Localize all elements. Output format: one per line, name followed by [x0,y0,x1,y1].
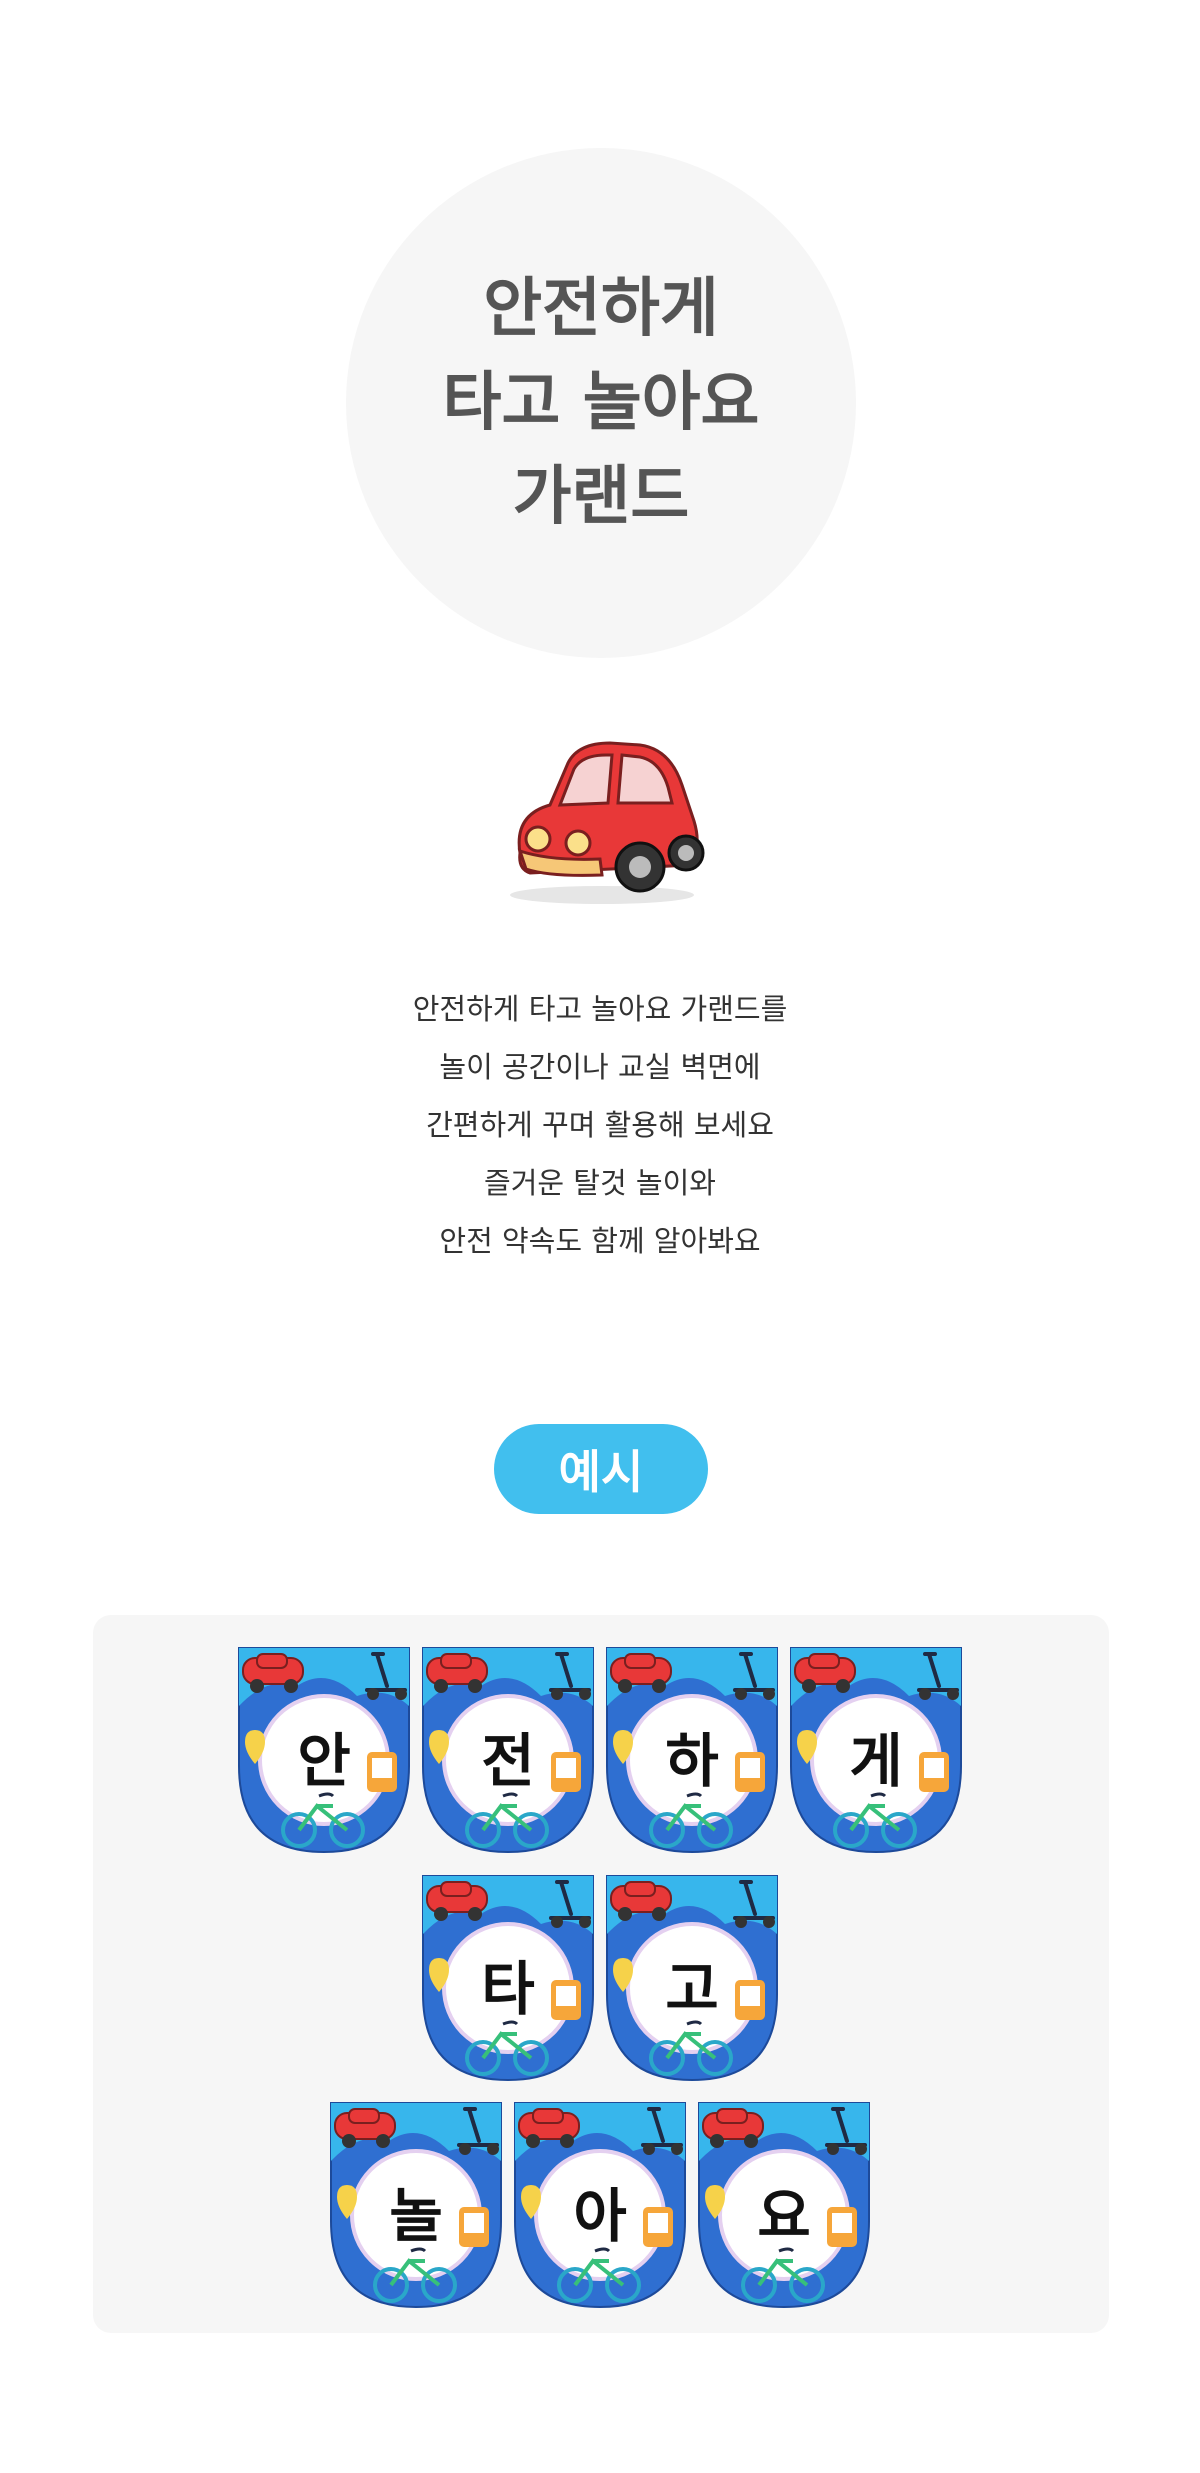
garland-letter: 하 [665,1727,719,1795]
garland-flag: 놀 [329,2101,503,2309]
garland-flag: 고 [605,1874,779,2082]
example-label: 예시 [494,1424,708,1514]
garland-flag: 전 [421,1646,595,1854]
description-line: 즐거운 탈것 놀이와 [484,1166,716,1200]
garland-flag: 게 [789,1646,963,1854]
garland-letter: 게 [849,1727,903,1795]
title-line-3: 가랜드 [512,460,690,534]
description-line: 안전하게 타고 놀아요 가랜드를 [412,992,788,1026]
page-title: 안전하게 타고 놀아요 가랜드 [443,262,760,544]
garland-letter: 고 [665,1955,719,2023]
title-circle: 안전하게 타고 놀아요 가랜드 [346,148,856,658]
title-line-1: 안전하게 [483,272,719,346]
garland-letter: 타 [481,1955,535,2023]
description-line: 안전 약속도 함께 알아봐요 [439,1224,761,1258]
description: 안전하게 타고 놀아요 가랜드를 놀이 공간이나 교실 벽면에 간편하게 꾸며 … [300,980,900,1270]
garland-flag: 안 [237,1646,411,1854]
garland-letter: 안 [297,1727,351,1795]
garland-flag: 타 [421,1874,595,2082]
garland-flag: 아 [513,2101,687,2309]
description-line: 놀이 공간이나 교실 벽면에 [439,1050,761,1084]
title-line-2: 타고 놀아요 [442,366,760,440]
red-car-icon [490,735,710,910]
garland-letter: 요 [757,2182,811,2250]
garland-flag: 요 [697,2101,871,2309]
garland-letter: 전 [481,1727,535,1795]
garland-letter: 놀 [389,2182,443,2250]
garland-flag: 하 [605,1646,779,1854]
description-line: 간편하게 꾸며 활용해 보세요 [426,1108,774,1142]
garland-letter: 아 [573,2182,627,2250]
